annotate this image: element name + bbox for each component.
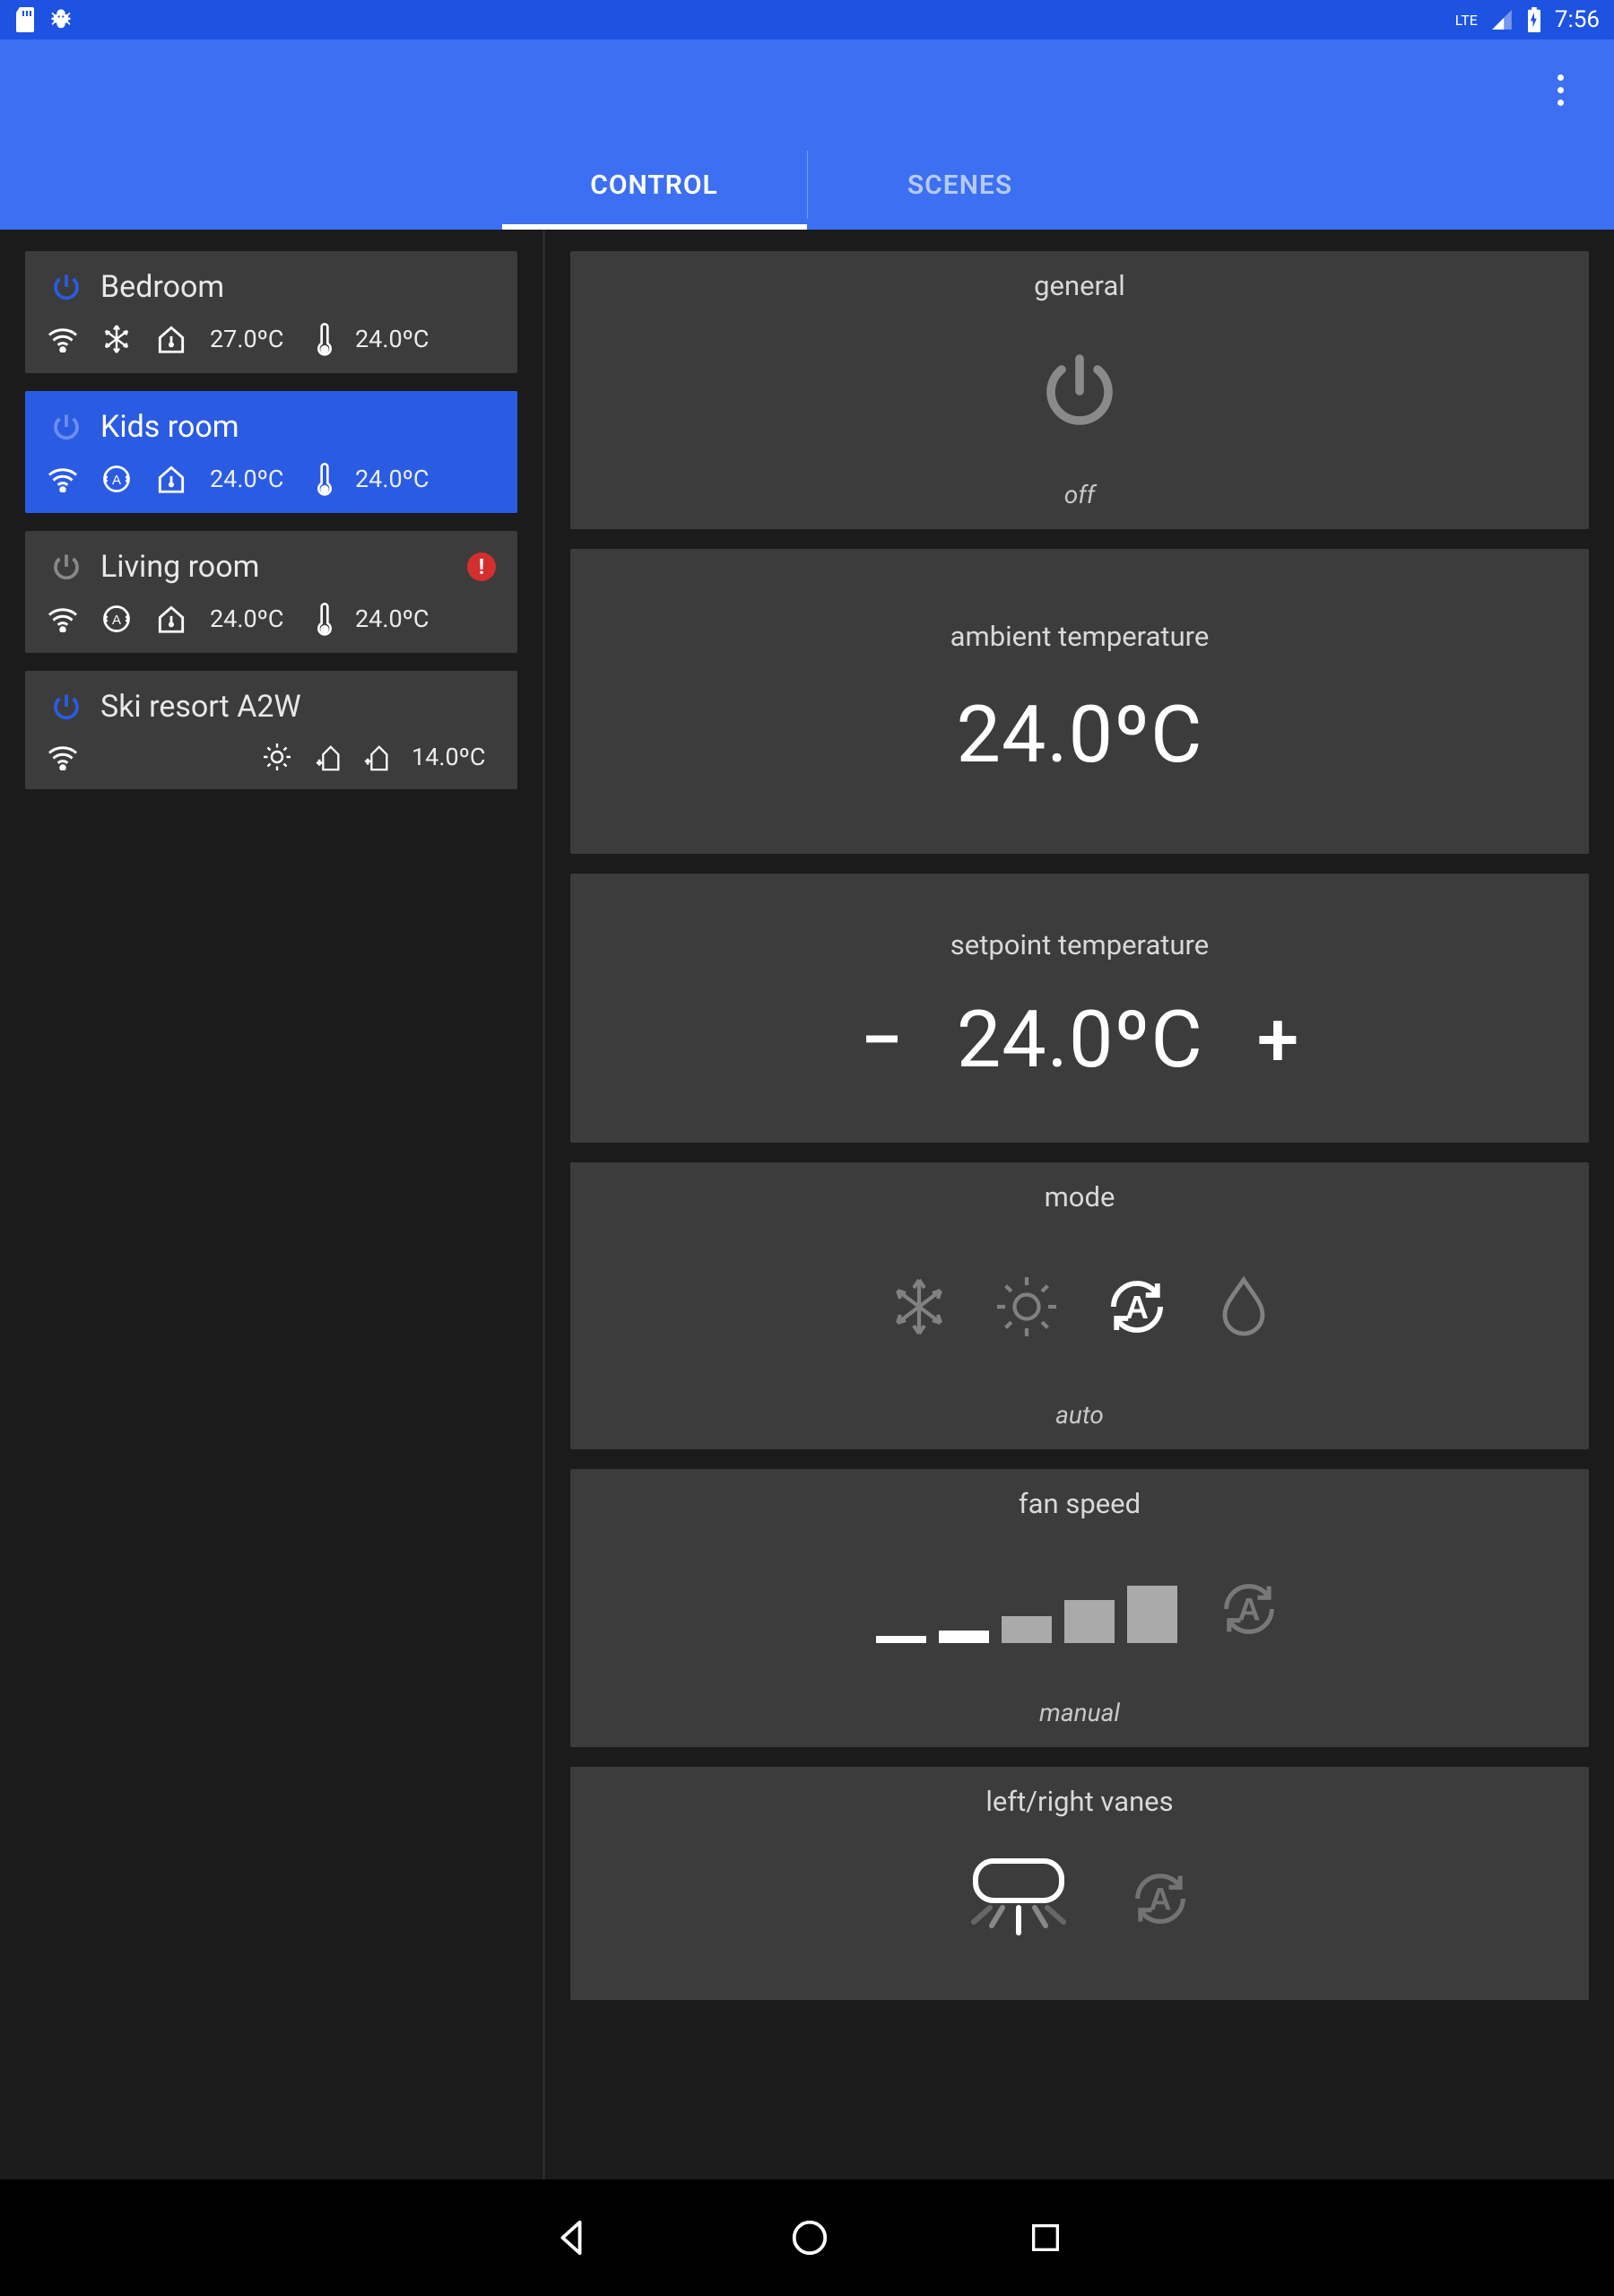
card-mode: mode A auto <box>570 1162 1589 1449</box>
setpoint-decrease-button[interactable]: − <box>861 1003 903 1078</box>
mode-auto-button[interactable]: A <box>1102 1272 1172 1342</box>
wifi-icon <box>47 326 79 352</box>
card-title: left/right vanes <box>985 1785 1173 1818</box>
power-state: off <box>1064 480 1095 509</box>
overflow-menu-button[interactable] <box>1540 57 1582 124</box>
auto-mode-icon: A <box>100 463 133 495</box>
svg-text:A: A <box>112 473 121 488</box>
vane-swing-button[interactable] <box>965 1854 1072 1944</box>
setpoint-increase-button[interactable]: + <box>1257 1003 1299 1078</box>
fan-state: manual <box>1039 1698 1120 1727</box>
mode-heat-button[interactable] <box>994 1274 1059 1339</box>
mode-dry-button[interactable] <box>1215 1274 1272 1339</box>
card-title: fan speed <box>1019 1487 1141 1520</box>
network-lte-label: LTE <box>1455 12 1478 29</box>
clock: 7:56 <box>1555 6 1600 33</box>
fan-level-1[interactable] <box>876 1636 926 1643</box>
setpoint-value: 27.0ºC <box>210 325 294 353</box>
nav-home-button[interactable] <box>789 2217 830 2258</box>
power-toggle[interactable] <box>1037 348 1123 434</box>
card-general: general off <box>570 251 1589 529</box>
app-body: Bedroom 27.0ºC 24.0ºC Kids room A <box>0 230 1614 2179</box>
card-title: mode <box>1045 1180 1115 1213</box>
status-left <box>14 7 74 32</box>
setpoint-value: 24.0ºC <box>210 604 294 633</box>
thermometer-icon <box>316 461 334 497</box>
sun-icon <box>261 741 293 773</box>
room-name: Kids room <box>100 409 239 445</box>
room-tile-kids-room[interactable]: Kids room A 24.0ºC 24.0ºC <box>25 391 517 513</box>
svg-text:A: A <box>1149 1883 1171 1918</box>
android-debug-icon <box>48 7 74 32</box>
power-icon <box>50 691 82 723</box>
snowflake-icon <box>100 323 133 355</box>
wifi-icon <box>47 744 79 770</box>
signal-icon <box>1490 8 1514 31</box>
mode-cool-button[interactable] <box>887 1274 951 1339</box>
nav-back-button[interactable] <box>551 2217 592 2258</box>
card-fan-speed: fan speed A manual <box>570 1469 1589 1747</box>
vane-auto-button[interactable]: A <box>1126 1865 1194 1933</box>
card-title: setpoint temperature <box>950 928 1209 961</box>
ambient-value: 24.0ºC <box>355 604 439 633</box>
fan-level-5[interactable] <box>1127 1586 1177 1643</box>
room-name: Ski resort A2W <box>100 689 301 725</box>
house-setpoint-icon <box>154 322 188 356</box>
room-tile-ski-resort[interactable]: Ski resort A2W 14.0ºC <box>25 671 517 789</box>
svg-text:A: A <box>112 613 121 628</box>
mode-state: auto <box>1055 1400 1104 1430</box>
sd-card-icon <box>14 7 36 32</box>
thermometer-icon <box>316 321 334 357</box>
ambient-temperature-value: 24.0ºC <box>957 689 1203 781</box>
app-header: CONTROL SCENES <box>0 39 1614 230</box>
control-panel: general off ambient temperature 24.0ºC s… <box>545 230 1614 2179</box>
power-icon <box>50 271 82 303</box>
room-name: Living room <box>100 549 259 585</box>
wifi-icon <box>47 465 79 492</box>
android-status-bar: LTE 7:56 <box>0 0 1614 39</box>
setpoint-temperature-value: 24.0ºC <box>957 994 1203 1086</box>
thermometer-icon <box>316 601 334 637</box>
card-vanes: left/right vanes A <box>570 1767 1589 2000</box>
power-icon <box>50 411 82 443</box>
auto-mode-icon: A <box>100 603 133 635</box>
house-setpoint-icon <box>154 462 188 496</box>
fan-level-2[interactable] <box>939 1631 989 1643</box>
room-tile-living-room[interactable]: Living room ! A 24.0ºC 24.0ºC <box>25 531 517 653</box>
battery-charging-icon <box>1526 7 1542 32</box>
fan-auto-button[interactable]: A <box>1215 1575 1283 1643</box>
tank-out-icon <box>363 742 390 772</box>
nav-recent-button[interactable] <box>1028 2220 1063 2256</box>
fan-level-3[interactable] <box>1002 1616 1052 1643</box>
setpoint-value: 24.0ºC <box>210 465 294 493</box>
tab-scenes[interactable]: SCENES <box>808 140 1113 230</box>
card-setpoint-temperature: setpoint temperature − 24.0ºC + <box>570 874 1589 1143</box>
fan-level-4[interactable] <box>1064 1600 1115 1643</box>
ambient-value: 24.0ºC <box>355 465 439 493</box>
status-right: LTE 7:56 <box>1455 6 1600 33</box>
tab-bar: CONTROL SCENES <box>0 140 1614 230</box>
tank-in-icon <box>315 742 342 772</box>
wifi-icon <box>47 605 79 632</box>
tab-control[interactable]: CONTROL <box>502 140 807 230</box>
room-list: Bedroom 27.0ºC 24.0ºC Kids room A <box>0 230 545 2179</box>
house-setpoint-icon <box>154 602 188 636</box>
alert-badge: ! <box>467 552 496 581</box>
card-ambient-temperature: ambient temperature 24.0ºC <box>570 549 1589 854</box>
card-title: general <box>1034 269 1125 302</box>
room-name: Bedroom <box>100 269 224 305</box>
room-tile-bedroom[interactable]: Bedroom 27.0ºC 24.0ºC <box>25 251 517 373</box>
ambient-value: 14.0ºC <box>412 743 496 771</box>
card-title: ambient temperature <box>950 620 1210 653</box>
power-icon <box>50 551 82 583</box>
svg-text:A: A <box>1125 1290 1149 1326</box>
ambient-value: 24.0ºC <box>355 325 439 353</box>
android-nav-bar <box>0 2179 1614 2296</box>
svg-text:A: A <box>1237 1593 1260 1628</box>
